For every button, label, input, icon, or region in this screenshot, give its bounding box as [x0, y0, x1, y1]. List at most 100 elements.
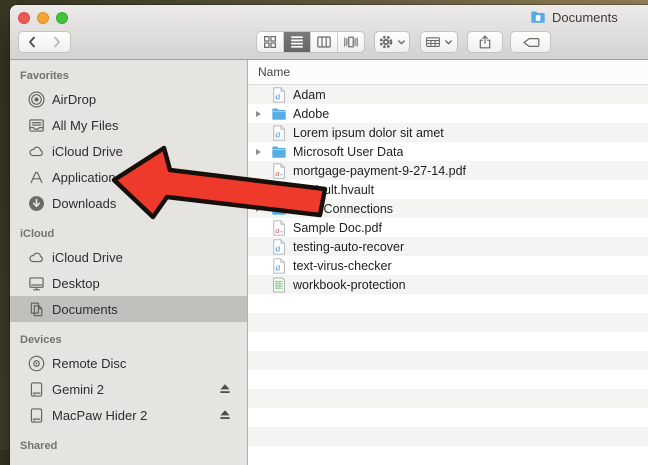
sidebar-item-airdrop[interactable]: AirDrop: [10, 86, 247, 112]
column-view-button[interactable]: [310, 32, 337, 52]
tag-icon: [521, 35, 541, 50]
minimize-button[interactable]: [37, 12, 49, 24]
icon-view-icon: [262, 34, 278, 50]
file-row[interactable]: Sample Doc.pdf: [248, 218, 648, 237]
file-name: Adam: [293, 88, 326, 102]
sidebar-section-favorites: FavoritesAirDrop All My Files iCloud Drive…: [10, 66, 247, 216]
coverflow-view-icon: [343, 34, 359, 50]
action-menu-button[interactable]: [374, 31, 410, 53]
file-row[interactable]: Microsoft User Data: [248, 142, 648, 161]
textdoc-icon: [271, 258, 287, 274]
cloud-icon: [28, 143, 45, 160]
share-icon: [477, 34, 493, 50]
window-title-label: Documents: [552, 10, 618, 25]
file-name: Adobe: [293, 107, 329, 121]
share-button[interactable]: [467, 31, 503, 53]
desktop-icon: [28, 275, 45, 292]
sidebar-item-label: Applications: [52, 170, 122, 185]
textdoc-icon: [271, 87, 287, 103]
sidebar-section-header: Favorites: [10, 66, 247, 86]
sidebar-section-devices: Devices Remote Disc Gemini 2 MacPaw Hider 2: [10, 330, 247, 428]
file-row[interactable]: Adam: [248, 85, 648, 104]
sidebar-item-label: MacPaw Hider 2: [52, 408, 147, 423]
file-list-pane: Name Adam Adobe Lorem ipsum dolor sit amet…: [248, 60, 648, 465]
disclosure-triangle[interactable]: [256, 111, 271, 117]
textdoc-icon: [271, 125, 287, 141]
sidebar-section-header: Devices: [10, 330, 247, 350]
file-name: mortgage-payment-9-27-14.pdf: [293, 164, 466, 178]
file-name: workbook-protection: [293, 278, 406, 292]
sidebar-section-header: Shared: [10, 436, 247, 456]
list-view-button[interactable]: [283, 32, 310, 52]
arrange-menu-button[interactable]: [420, 31, 458, 53]
file-row[interactable]: MyVault.hvault: [248, 180, 648, 199]
pdf-icon: [271, 163, 287, 179]
traffic-lights: [18, 12, 68, 24]
chevron-left-icon: [26, 35, 38, 49]
window-title: Documents: [530, 9, 618, 25]
pdf-icon: [271, 220, 287, 236]
arrange-grid-icon: [425, 34, 441, 50]
file-row[interactable]: Lorem ipsum dolor sit amet: [248, 123, 648, 142]
sidebar-item-icloud-drive[interactable]: iCloud Drive: [10, 138, 247, 164]
sidebar-section-shared: Shared: [10, 436, 247, 456]
file-name: RDC Connections: [293, 202, 393, 216]
tag-button[interactable]: [510, 31, 551, 53]
icon-view-button[interactable]: [257, 32, 283, 52]
file-row[interactable]: mortgage-payment-9-27-14.pdf: [248, 161, 648, 180]
chevron-right-icon: [51, 35, 63, 49]
file-row[interactable]: testing-auto-recover: [248, 237, 648, 256]
disclosure-triangle[interactable]: [256, 149, 271, 155]
drive-icon: [28, 407, 45, 424]
textdoc-icon: [271, 239, 287, 255]
sidebar-item-applications[interactable]: Applications: [10, 164, 247, 190]
file-row[interactable]: Adobe: [248, 104, 648, 123]
file-name: MyVault.hvault: [293, 183, 374, 197]
sidebar-item-remote-disc[interactable]: Remote Disc: [10, 350, 247, 376]
eject-icon[interactable]: [219, 409, 231, 421]
titlebar[interactable]: Documents: [10, 5, 648, 60]
cloud-icon: [28, 249, 45, 266]
folder-icon: [271, 106, 287, 122]
sidebar-item-label: Documents: [52, 302, 118, 317]
coverflow-view-button[interactable]: [337, 32, 364, 52]
forward-button[interactable]: [44, 31, 71, 53]
disc-icon: [28, 355, 45, 372]
airdrop-icon: [28, 91, 45, 108]
folder-icon: [530, 9, 546, 25]
column-header-label: Name: [258, 65, 290, 79]
sidebar: FavoritesAirDrop All My Files iCloud Drive…: [10, 60, 248, 465]
close-button[interactable]: [18, 12, 30, 24]
sidebar-item-label: Remote Disc: [52, 356, 126, 371]
file-row[interactable]: text-virus-checker: [248, 256, 648, 275]
applications-icon: [28, 169, 45, 186]
vault-icon: [271, 182, 287, 198]
folder-icon: [271, 201, 287, 217]
sidebar-item-icloud-drive[interactable]: iCloud Drive: [10, 244, 247, 270]
file-row[interactable]: workbook-protection: [248, 275, 648, 294]
sidebar-item-desktop[interactable]: Desktop: [10, 270, 247, 296]
sheet-icon: [271, 277, 287, 293]
chevron-down-icon: [444, 38, 453, 47]
file-name: Lorem ipsum dolor sit amet: [293, 126, 444, 140]
disclosure-triangle[interactable]: [256, 206, 271, 212]
eject-icon[interactable]: [219, 383, 231, 395]
column-view-icon: [316, 34, 332, 50]
documents-icon: [28, 301, 45, 318]
sidebar-section-header: iCloud: [10, 224, 247, 244]
file-list: Adam Adobe Lorem ipsum dolor sit amet Micro…: [248, 85, 648, 465]
zoom-button[interactable]: [56, 12, 68, 24]
sidebar-item-label: iCloud Drive: [52, 250, 123, 265]
sidebar-item-all-my-files[interactable]: All My Files: [10, 112, 247, 138]
sidebar-item-gemini-2[interactable]: Gemini 2: [10, 376, 247, 402]
sidebar-item-macpaw-hider-2[interactable]: MacPaw Hider 2: [10, 402, 247, 428]
sidebar-item-downloads[interactable]: Downloads: [10, 190, 247, 216]
file-row[interactable]: RDC Connections: [248, 199, 648, 218]
sidebar-item-documents[interactable]: Documents: [10, 296, 247, 322]
column-header-name[interactable]: Name: [248, 60, 648, 85]
sidebar-item-label: All My Files: [52, 118, 118, 133]
sidebar-section-icloud: iCloud iCloud Drive Desktop Documents: [10, 224, 247, 322]
view-mode-switcher: [256, 31, 365, 53]
back-button[interactable]: [18, 31, 45, 53]
file-name: testing-auto-recover: [293, 240, 404, 254]
